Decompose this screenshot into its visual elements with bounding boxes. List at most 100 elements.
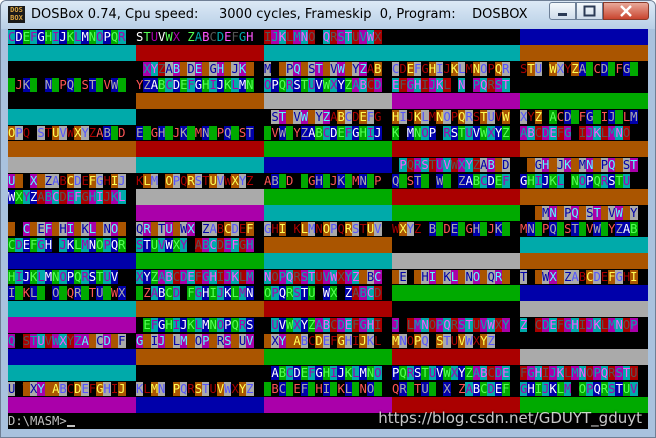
screen-row: HIJKLMNOPQRSTUV XYZABCDEFGHIJKLM NOPQRSTU… xyxy=(8,269,648,285)
screen-row xyxy=(8,349,648,365)
color-band xyxy=(392,253,520,269)
color-band: EFGHIJKLMNOPQRS xyxy=(136,317,264,333)
color-band xyxy=(8,317,136,333)
color-band xyxy=(136,109,264,125)
screen-row xyxy=(8,253,648,269)
screen-row: OPQ STUVWXYZABCD EFGHIJKLMNOPQRST UVWXYZAB… xyxy=(8,125,648,141)
color-band: XYZABCDEFGHIJKLM xyxy=(136,269,264,285)
color-band xyxy=(392,301,520,317)
color-band: ABCD FGHIJKLMNOP xyxy=(264,173,392,189)
color-band: UV XYZABCDEFGHIJ xyxy=(8,173,136,189)
color-band: OPQRSTU WX ZABCD xyxy=(264,285,392,301)
color-band: UVWXYZABCDEFGHIJ xyxy=(264,125,392,141)
screen-row: Q STUVWXYZABCDEF GHIJKLMNOPQRSTUV WXYZABCD… xyxy=(8,333,648,349)
color-band xyxy=(520,253,648,269)
color-band: HIJKLMNOPQRSTUV xyxy=(8,269,136,285)
color-band xyxy=(8,205,136,221)
color-band: WXYZ BCDEFGHIJKL xyxy=(392,221,520,237)
color-band xyxy=(520,45,648,61)
color-band: EFGHIJKL N PQRST xyxy=(392,77,520,93)
color-band: KLM OPQRSTUVWXYZ xyxy=(136,173,264,189)
color-band xyxy=(520,301,648,317)
title-bar[interactable]: DOS BOX DOSBox 0.74, Cpu speed: 3000 cyc… xyxy=(1,1,655,29)
color-band xyxy=(136,365,264,381)
color-band xyxy=(392,205,520,221)
maximize-icon xyxy=(583,5,596,17)
color-band: XYZ ACDEFGHIJKLM xyxy=(520,109,648,125)
screen-row xyxy=(8,301,648,317)
color-band xyxy=(392,29,520,45)
screen-row: LMNOPQRSTUVWXY xyxy=(8,205,648,221)
color-band xyxy=(392,349,520,365)
window-title: DOSBox 0.74, Cpu speed: 3000 cycles, Fra… xyxy=(31,7,528,22)
color-band xyxy=(8,109,136,125)
color-band: ABCDEFGHIJKLMNO xyxy=(264,365,392,381)
color-band xyxy=(264,237,392,253)
command-prompt: D:\MASM> xyxy=(8,413,75,429)
color-band: NOPQRSTUVWXYZABC xyxy=(264,269,392,285)
color-band xyxy=(520,285,648,301)
color-band xyxy=(520,349,648,365)
color-band xyxy=(392,189,520,205)
color-band: ABCDEFGHIJKLMNOP xyxy=(264,381,392,397)
color-band xyxy=(392,45,520,61)
color-band xyxy=(520,333,648,349)
color-band: GHIJKL NOPQRSTU xyxy=(520,173,648,189)
watermark: https://blog.csdn.net/GDUYT_gduyt xyxy=(378,409,642,427)
color-band: LMNOPQRSTUVWXY xyxy=(520,205,648,221)
close-button[interactable] xyxy=(603,2,649,20)
screen-row: WXYZABCDEFGHIJKL xyxy=(8,189,648,205)
color-band: IJKLMNO QRSTUVWX xyxy=(264,29,392,45)
screen-row xyxy=(8,141,648,157)
color-band: PQRSTUVWXYZABCD xyxy=(392,157,520,173)
screen-row: CDEFGH JKLMNOPQR STUVWXY ABCDEFGH xyxy=(8,237,648,253)
color-band: MNOPQ STUVWXYZ xyxy=(392,333,520,349)
color-band xyxy=(8,301,136,317)
color-band xyxy=(136,301,264,317)
color-band: QRSTU WX ZABCDEF xyxy=(392,173,520,189)
color-band xyxy=(392,141,520,157)
color-band: U WXYZABCDEFGHIJ xyxy=(8,381,136,397)
color-band xyxy=(392,285,520,301)
text-cursor xyxy=(66,425,75,427)
maximize-button[interactable] xyxy=(576,2,603,20)
screen-row xyxy=(8,45,648,61)
color-band xyxy=(8,93,136,109)
minimize-icon xyxy=(558,13,567,16)
screen-row: XYZABCDEFGHIJKL M OPQRSTUVWXYZAB CDEFGHIJK… xyxy=(8,61,648,77)
color-band xyxy=(136,189,264,205)
dosbox-app-icon[interactable]: DOS BOX xyxy=(8,6,25,23)
color-band: A CDEFGHIJKLMNOP xyxy=(8,221,136,237)
color-band: EFGHIJKLMNOPQRST xyxy=(136,125,264,141)
dos-screen[interactable]: CDEFGHIJKLMNOPQR STUVWX ZABCDEFGH IJKLMNO … xyxy=(8,29,648,429)
color-band: Z CDEFGHIJKLMNOP xyxy=(520,317,648,333)
color-band xyxy=(264,205,392,221)
color-band: ABCDEFG IJKLMNO xyxy=(520,125,648,141)
screen-row: STUVWXYZABCDEFG HIJKLMNOPQRSTUVW XYZ ACDEF… xyxy=(8,109,648,125)
color-band xyxy=(520,189,648,205)
color-band xyxy=(520,141,648,157)
color-band xyxy=(136,253,264,269)
color-band: OPQ STUVWXYZABCD xyxy=(8,125,136,141)
color-band: IJKL NOPQRSTUVWX xyxy=(8,77,136,93)
color-band xyxy=(8,45,136,61)
color-band: QRSTUV X ZABCDEF xyxy=(392,381,520,397)
color-band xyxy=(8,349,136,365)
color-band: CDEFGH JKLMNOPQR xyxy=(8,237,136,253)
color-band xyxy=(264,253,392,269)
color-band xyxy=(8,141,136,157)
screen-row: IJKL NOPQRSTUVWX YZABCDEFGHIJKLMN OPQRSTUV… xyxy=(8,77,648,93)
color-band: OPQRSTUVWXYZABCD xyxy=(264,77,392,93)
minimize-button[interactable] xyxy=(549,2,576,20)
color-band: QRSTUVWX ZABCDEF xyxy=(136,221,264,237)
color-band: HIJKLMNOPQRSTUVW xyxy=(392,109,520,125)
color-band xyxy=(136,349,264,365)
screen-row xyxy=(8,93,648,109)
color-band: KLMN PQRSTUVWXYZ xyxy=(136,381,264,397)
color-band: K MNOP RSTUVWXYZ xyxy=(392,125,520,141)
color-band xyxy=(8,61,136,77)
color-band xyxy=(136,93,264,109)
dosbox-window: DOS BOX DOSBox 0.74, Cpu speed: 3000 cyc… xyxy=(0,0,656,438)
color-band: IJKLM OPQRSTUVWX xyxy=(8,285,136,301)
color-band: PQRSTUVWXYZABCDE xyxy=(392,365,520,381)
